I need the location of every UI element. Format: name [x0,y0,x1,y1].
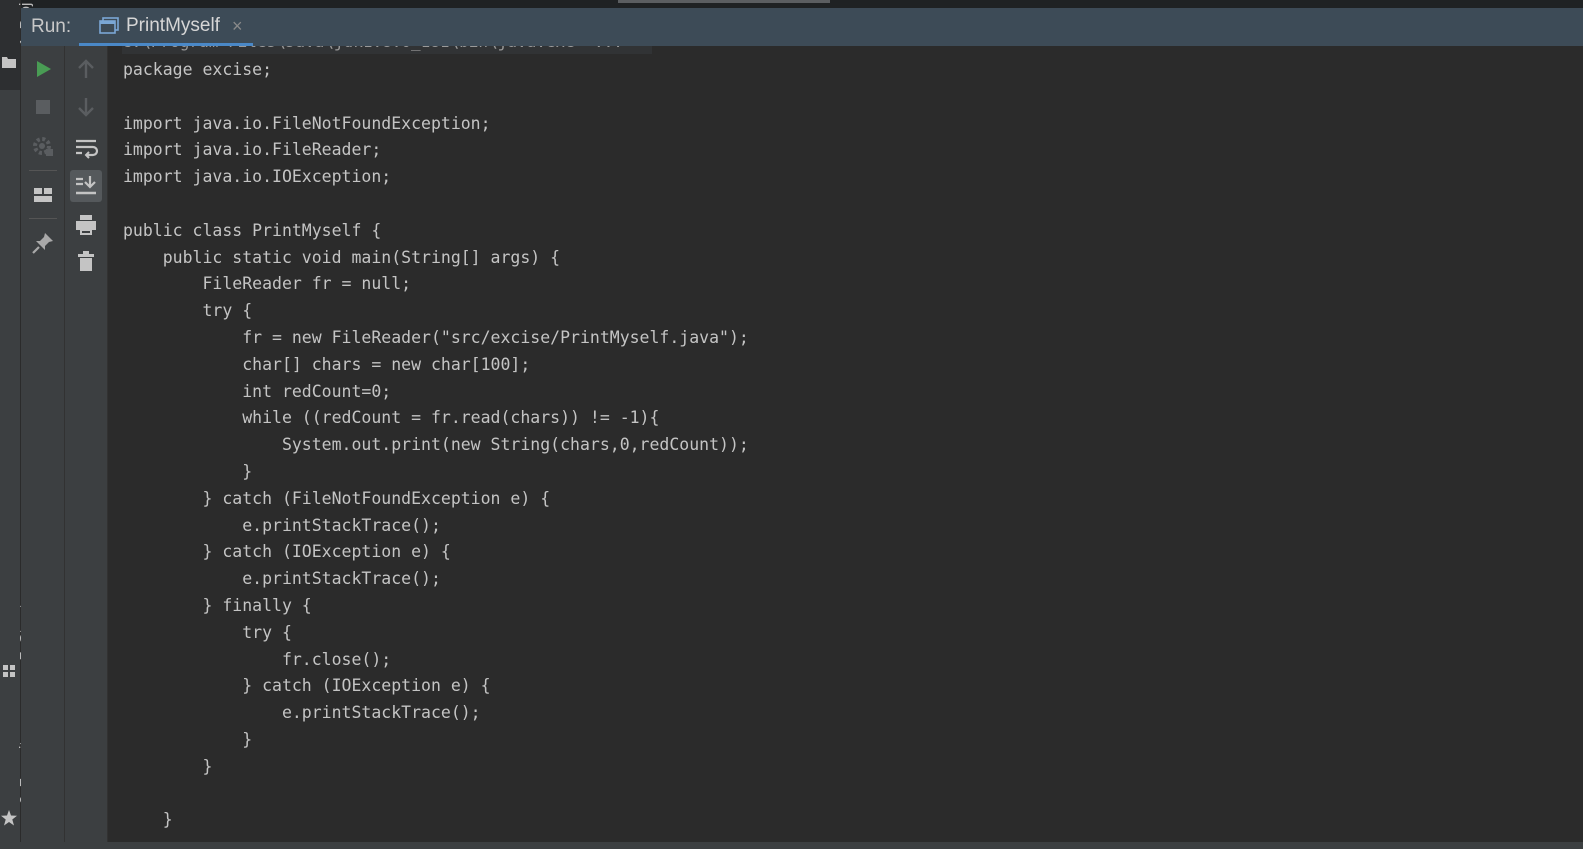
project-tool-tab[interactable]: 1: Proj [0,0,34,90]
console-line: System.out.print(new String(chars,0,redC… [123,435,749,455]
console-line: int redCount=0; [123,381,392,401]
console-line: } catch (FileNotFoundException e) { [123,488,551,508]
console-line: } finally { [123,595,312,615]
console-line: public class PrintMyself { [123,220,382,240]
run-tab-title: PrintMyself [126,15,220,36]
rerun-failed-button[interactable] [28,132,58,162]
console-line: } [123,756,213,776]
scroll-to-end-icon [76,176,96,195]
run-label: Run: [31,16,72,37]
clear-all-button[interactable] [71,246,101,276]
stop-icon [36,100,50,114]
console-line: } [123,810,173,830]
soft-wrap-button[interactable] [71,132,101,162]
bottom-border [0,842,1583,849]
console-line: FileReader fr = null; [123,274,412,294]
stop-button[interactable] [28,92,58,122]
console-line: import java.io.FileNotFoundException; [123,113,491,133]
run-config-tab[interactable]: PrintMyself × [79,8,253,46]
console-line: while ((redCount = fr.read(chars)) != -1… [123,408,660,428]
structure-tool-tab[interactable]: 7: Structure [0,560,34,685]
console-line: try { [123,301,253,321]
up-arrow-icon [78,59,94,78]
console-line: } catch (IOException e) { [123,542,451,562]
restore-layout-button[interactable] [28,180,58,210]
rerun-button[interactable] [28,54,58,84]
tool-window-stripe: 1: Proj 7: Structure 2: Favorites [0,0,34,849]
favorites-tool-tab[interactable]: 2: Favorites [0,708,34,833]
console-icon [99,17,119,34]
top-scrollbar [0,0,1583,8]
console-line: e.printStackTrace(); [123,515,441,535]
console-line: } catch (IOException e) { [123,676,491,696]
toolbar-separator [29,170,57,171]
scroll-to-end-button[interactable] [70,170,102,202]
console-line: e.printStackTrace(); [123,703,481,723]
pin-icon [32,233,53,254]
console-output[interactable]: C:\Program Files\Java\jdk1.8.0_181\bin\j… [108,46,1583,849]
console-line: package excise; [123,60,273,79]
previous-occurrence-button[interactable] [71,54,101,84]
trash-icon [78,251,94,271]
console-line: } [123,461,253,481]
next-occurrence-button[interactable] [71,92,101,122]
down-arrow-icon [78,98,94,117]
print-icon [76,215,96,235]
console-text: package excise; import java.io.FileNotFou… [123,57,749,834]
star-icon [1,810,17,826]
console-line: char[] chars = new char[100]; [123,354,531,374]
run-tool-window-header: Run: PrintMyself × [21,8,1583,46]
console-line: fr = new FileReader("src/excise/PrintMys… [123,327,749,347]
close-icon[interactable]: × [232,16,243,37]
soft-wrap-icon [76,139,99,159]
layout-icon [34,188,52,202]
toolbar-separator [29,218,57,219]
command-line: C:\Program Files\Java\jdk1.8.0_181\bin\j… [122,46,652,54]
scrollbar-thumb[interactable] [618,0,830,3]
structure-icon [3,665,15,677]
console-line: import java.io.IOException; [123,167,392,187]
console-line: public static void main(String[] args) { [123,247,561,267]
print-button[interactable] [71,210,101,240]
console-line: fr.close(); [123,649,392,669]
console-line: import java.io.FileReader; [123,140,382,160]
console-actions-toolbar [65,46,108,849]
run-icon [37,61,51,77]
folder-icon [2,57,16,68]
console-line: } [123,729,253,749]
console-line: e.printStackTrace(); [123,569,441,589]
pin-tab-button[interactable] [28,228,58,258]
console-line: try { [123,622,292,642]
run-actions-toolbar [21,46,65,849]
debug-rerun-icon [33,137,53,156]
ide-window: 1: Proj 7: Structure 2: Favorites Run: [0,0,1583,849]
